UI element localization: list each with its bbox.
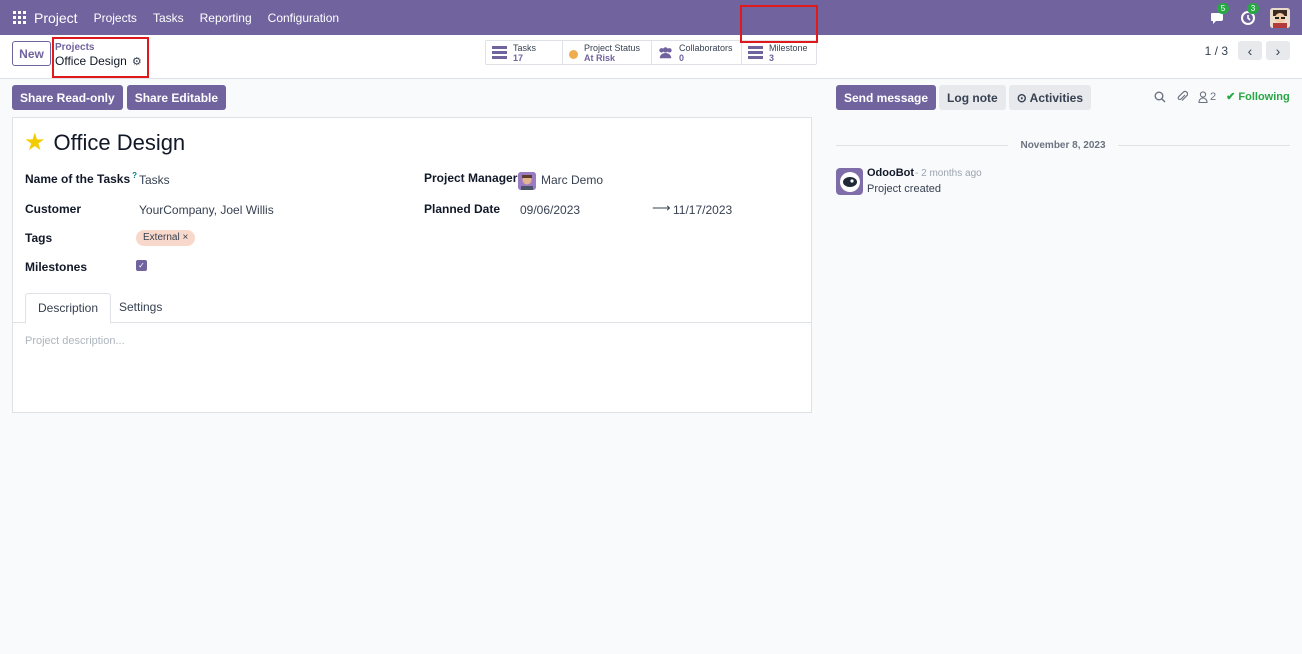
milestone-icon (748, 46, 763, 59)
following-button[interactable]: ✔ Following (1226, 90, 1290, 103)
new-button[interactable]: New (12, 41, 51, 66)
breadcrumb-current-label: Office Design (55, 54, 127, 68)
control-panel: New Projects Office Design ⚙ Tasks 17 Pr… (0, 35, 1302, 79)
chatter-tools: 2 ✔ Following (1154, 90, 1290, 103)
smart-milestone-label: Milestone (769, 43, 808, 53)
name-of-tasks-field[interactable]: Tasks (139, 173, 170, 187)
smart-status-label: Project Status (584, 43, 641, 53)
customer-label: Customer (25, 202, 82, 216)
smart-tasks-value: 17 (513, 53, 524, 63)
pager-previous-icon[interactable]: ‹ (1238, 41, 1262, 60)
planned-start-date-field[interactable]: 09/06/2023 (520, 203, 580, 217)
app-brand[interactable]: Project (34, 10, 78, 26)
smart-button-milestone[interactable]: Milestone 3 (742, 41, 816, 64)
project-manager-label: Project Manager (424, 171, 518, 185)
gear-icon[interactable]: ⚙ (132, 55, 142, 68)
planned-end-date-field[interactable]: 11/17/2023 (673, 203, 732, 217)
milestones-checkbox[interactable]: ✓ (136, 260, 147, 271)
smart-button-tasks[interactable]: Tasks 17 (486, 41, 563, 64)
activities-clock-icon[interactable]: 3 (1240, 2, 1259, 26)
smart-button-collaborators[interactable]: Collaborators 0 (652, 41, 742, 64)
form-sheet: ★ Office Design Name of the Tasks? Tasks… (12, 117, 812, 413)
send-message-button[interactable]: Send message (836, 85, 937, 110)
smart-buttons: Tasks 17 Project Status At Risk Collabor… (485, 40, 817, 65)
message-body: Project created (867, 183, 941, 195)
separator-line-right (1117, 145, 1290, 146)
following-label: Following (1238, 91, 1290, 103)
star-icon[interactable]: ★ (24, 131, 46, 155)
tab-settings[interactable]: Settings (107, 293, 174, 323)
smart-collaborators-label: Collaborators (679, 43, 733, 53)
followers-button[interactable]: 2 (1198, 91, 1216, 103)
breadcrumb-current: Office Design ⚙ (55, 54, 147, 68)
messages-icon[interactable]: 5 (1210, 2, 1229, 26)
odoobot-avatar (836, 168, 863, 195)
tasks-icon (492, 46, 507, 59)
top-navbar: Project Projects Tasks Reporting Configu… (0, 0, 1302, 35)
pager: 1 / 3 ‹ › (1205, 41, 1290, 60)
check-icon: ✔ (1226, 91, 1236, 103)
activities-button[interactable]: ⊙ Activities (1008, 85, 1092, 110)
pager-next-icon[interactable]: › (1266, 41, 1290, 60)
message-timestamp: - 2 months ago (915, 168, 982, 179)
menu-tasks[interactable]: Tasks (153, 11, 184, 25)
name-of-tasks-label-text: Name of the Tasks (25, 172, 131, 186)
share-read-only-button[interactable]: Share Read-only (12, 85, 123, 110)
messages-badge: 5 (1217, 2, 1229, 14)
user-avatar[interactable] (1270, 7, 1290, 28)
paperclip-icon[interactable] (1176, 90, 1188, 103)
smart-milestone-value: 3 (769, 53, 775, 63)
breadcrumb-parent-link[interactable]: Projects (55, 42, 147, 53)
chatter-buttons: Send message Log note ⊙ Activities (836, 85, 1092, 110)
breadcrumb: Projects Office Design ⚙ (52, 37, 149, 78)
log-note-button[interactable]: Log note (939, 85, 1006, 110)
smart-collaborators-value: 0 (679, 53, 685, 63)
clock-icon: ⊙ (1016, 90, 1027, 105)
manager-avatar (518, 172, 536, 190)
menu-configuration[interactable]: Configuration (268, 11, 339, 25)
tag-external-label: External (143, 232, 180, 243)
planned-date-label: Planned Date (424, 202, 501, 216)
separator-line-left (836, 145, 1009, 146)
project-name-field[interactable]: Office Design (54, 130, 186, 156)
notebook-tabs: Description Settings (13, 293, 811, 324)
project-manager-field[interactable]: Marc Demo (541, 173, 603, 187)
person-icon (1198, 90, 1208, 103)
name-of-tasks-label: Name of the Tasks? (25, 171, 137, 186)
smart-status-value: At Risk (584, 53, 616, 63)
share-buttons: Share Read-only Share Editable (12, 85, 227, 110)
pager-value: 1 / 3 (1204, 43, 1228, 58)
description-editor[interactable]: Project description... (25, 335, 125, 347)
help-tooltip-icon[interactable]: ? (132, 171, 137, 180)
menu-projects[interactable]: Projects (94, 11, 137, 25)
customer-field[interactable]: YourCompany, Joel Willis (139, 203, 274, 217)
tab-description[interactable]: Description (25, 293, 112, 324)
message-author[interactable]: OdooBot (867, 167, 914, 179)
users-icon (659, 47, 672, 59)
apps-grid-icon[interactable] (13, 11, 26, 24)
milestones-label: Milestones (25, 260, 88, 274)
share-editable-button[interactable]: Share Editable (126, 85, 227, 110)
activities-badge: 3 (1247, 2, 1259, 14)
tag-remove-icon[interactable]: × (182, 232, 188, 243)
tags-label: Tags (25, 231, 53, 245)
status-dot-icon (569, 50, 578, 59)
title-row: ★ Office Design (24, 130, 185, 156)
tag-external[interactable]: External × (136, 230, 196, 246)
date-separator-label: November 8, 2023 (1020, 140, 1106, 151)
smart-button-project-status[interactable]: Project Status At Risk (563, 41, 652, 64)
followers-count: 2 (1210, 90, 1217, 103)
smart-tasks-label: Tasks (513, 43, 537, 53)
arrow-right-icon: ⟶ (652, 200, 671, 215)
date-separator: November 8, 2023 (836, 140, 1290, 151)
menu-reporting[interactable]: Reporting (200, 11, 252, 25)
activities-button-label: Activities (1029, 90, 1084, 105)
search-icon[interactable] (1154, 91, 1166, 103)
